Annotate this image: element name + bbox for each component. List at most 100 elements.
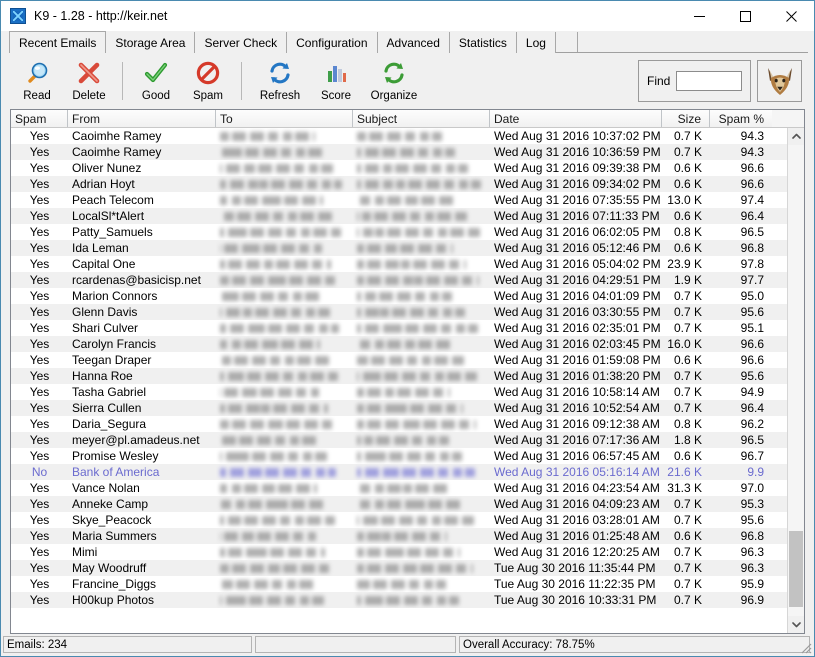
status-middle-panel [255,636,456,653]
table-row[interactable]: Yes Shari Culver Wed Aug 31 2016 02:35:01 … [11,320,787,336]
red-x-icon [73,58,105,88]
cell-spam: Yes [29,433,50,447]
cell-spampct: 96.6 [740,177,764,191]
cell-spampct: 96.6 [740,161,764,175]
score-button[interactable]: Score [311,56,361,106]
table-row[interactable]: Yes Caoimhe Ramey Wed Aug 31 2016 10:36:59… [11,144,787,160]
table-row[interactable]: Yes May Woodruff Tue Aug 30 2016 11:35:44 … [11,560,787,576]
table-row[interactable]: Yes Hanna Roe Wed Aug 31 2016 01:38:20 PM 0… [11,368,787,384]
redacted-text [220,132,315,142]
scrollbar-track[interactable] [788,145,804,616]
cell-to [216,208,353,224]
organize-button[interactable]: Organize [361,56,427,106]
tab-statistics[interactable]: Statistics [449,32,517,53]
table-row[interactable]: Yes Vance Nolan Wed Aug 31 2016 04:23:54 A… [11,480,787,496]
column-header-date[interactable]: Date [490,110,662,127]
cell-spam: Yes [29,305,50,319]
mascot-box[interactable] [757,60,802,102]
cell-size: 1.8 K [673,433,702,447]
green-check-icon [140,58,172,88]
table-row[interactable]: Yes Patty_Samuels Wed Aug 31 2016 06:02:05… [11,224,787,240]
table-row[interactable]: Yes Ida Leman Wed Aug 31 2016 05:12:46 PM 0… [11,240,787,256]
redacted-text [357,484,448,494]
cell-to [216,192,353,208]
table-row[interactable]: Yes Glenn Davis Wed Aug 31 2016 03:30:55 P… [11,304,787,320]
find-input[interactable] [676,71,743,91]
chevron-down-icon[interactable] [788,616,804,633]
cell-spam: Yes [29,289,50,303]
scrollbar-thumb[interactable] [789,531,803,607]
table-row[interactable]: Yes Daria_Segura Wed Aug 31 2016 09:12:38 … [11,416,787,432]
table-row[interactable]: Yes Caoimhe Ramey Wed Aug 31 2016 10:37:02… [11,128,787,144]
cell-date: Tue Aug 30 2016 11:22:35 PM [494,577,656,591]
redacted-text [220,580,315,590]
table-row[interactable]: Yes Maria Summers Wed Aug 31 2016 01:25:48… [11,528,787,544]
table-row[interactable]: Yes meyer@pl.amadeus.net Wed Aug 31 2016 0… [11,432,787,448]
tab-log[interactable]: Log [516,32,556,53]
redacted-text [357,468,475,478]
table-row[interactable]: Yes Marion Connors Wed Aug 31 2016 04:01:0… [11,288,787,304]
good-button[interactable]: Good [130,56,182,106]
cell-spampct: 96.6 [740,337,764,351]
cell-spampct: 9.9 [747,465,764,479]
tab-configuration[interactable]: Configuration [287,32,378,53]
column-header-spam[interactable]: Spam [11,110,68,127]
column-header-subject[interactable]: Subject [353,110,490,127]
table-row[interactable]: Yes Capital One Wed Aug 31 2016 05:04:02 P… [11,256,787,272]
redacted-text [220,452,327,462]
redacted-text [357,196,454,206]
cell-date: Wed Aug 31 2016 01:25:48 AM [494,529,660,543]
minimize-icon[interactable] [676,1,722,31]
vertical-scrollbar[interactable] [787,128,804,633]
table-row[interactable]: Yes Adrian Hoyt Wed Aug 31 2016 09:34:02 P… [11,176,787,192]
cell-size: 0.6 K [673,449,702,463]
chevron-up-icon[interactable] [788,128,804,145]
cell-date: Wed Aug 31 2016 10:37:02 PM [494,129,661,143]
delete-button[interactable]: Delete [63,56,115,106]
column-header-spam-percent[interactable]: Spam % [710,110,772,127]
tab-storage-area[interactable]: Storage Area [106,32,196,53]
table-row[interactable]: Yes rcardenas@basicisp.net Wed Aug 31 2016… [11,272,787,288]
column-header-from[interactable]: From [68,110,216,127]
tab-advanced[interactable]: Advanced [377,32,450,53]
cell-subject [353,400,490,416]
close-icon[interactable] [768,1,814,31]
table-row[interactable]: Yes Sierra Cullen Wed Aug 31 2016 10:52:54… [11,400,787,416]
table-row[interactable]: Yes LocalSl*tAlert Wed Aug 31 2016 07:11:3… [11,208,787,224]
resize-grip-icon[interactable] [798,640,812,654]
cell-spam: Yes [29,401,50,415]
refresh-button[interactable]: Refresh [249,56,311,106]
table-row[interactable]: Yes Anneke Camp Wed Aug 31 2016 04:09:23 A… [11,496,787,512]
cell-to [216,240,353,256]
table-row[interactable]: Yes Carolyn Francis Wed Aug 31 2016 02:03:… [11,336,787,352]
table-row[interactable]: Yes Francine_Diggs Tue Aug 30 2016 11:22:3… [11,576,787,592]
maximize-icon[interactable] [722,1,768,31]
table-row[interactable]: No Bank of America Wed Aug 31 2016 05:16:1… [11,464,787,480]
spam-button[interactable]: Spam [182,56,234,106]
title-bar: K9 - 1.28 - http://keir.net [1,1,814,31]
redacted-text [357,340,451,350]
table-row[interactable]: Yes Mimi Wed Aug 31 2016 12:20:25 AM 0.7 K 9… [11,544,787,560]
table-row[interactable]: Yes Skye_Peacock Wed Aug 31 2016 03:28:01 … [11,512,787,528]
redacted-text [357,596,459,606]
tab-server-check[interactable]: Server Check [195,32,288,53]
table-row[interactable]: Yes Promise Wesley Wed Aug 31 2016 06:57:4… [11,448,787,464]
column-header-size[interactable]: Size [662,110,710,127]
cell-subject [353,464,490,480]
cell-from: Skye_Peacock [72,513,152,527]
cell-from: Francine_Diggs [72,577,157,591]
cell-spampct: 94.3 [740,145,764,159]
read-button[interactable]: Read [11,56,63,106]
redacted-text [220,260,331,270]
cell-date: Wed Aug 31 2016 09:34:02 PM [494,177,661,191]
table-row[interactable]: Yes Oliver Nunez Wed Aug 31 2016 09:39:38 … [11,160,787,176]
table-row[interactable]: Yes Teegan Draper Wed Aug 31 2016 01:59:08… [11,352,787,368]
table-row[interactable]: Yes Tasha Gabriel Wed Aug 31 2016 10:58:14… [11,384,787,400]
toolbar-separator [241,62,242,100]
table-row[interactable]: Yes Peach Telecom Wed Aug 31 2016 07:35:55… [11,192,787,208]
column-header-to[interactable]: To [216,110,353,127]
redacted-text [357,292,452,302]
tab-recent-emails[interactable]: Recent Emails [9,31,107,53]
k9-app-icon [10,8,26,24]
table-row[interactable]: Yes H00kup Photos Tue Aug 30 2016 10:33:31… [11,592,787,608]
